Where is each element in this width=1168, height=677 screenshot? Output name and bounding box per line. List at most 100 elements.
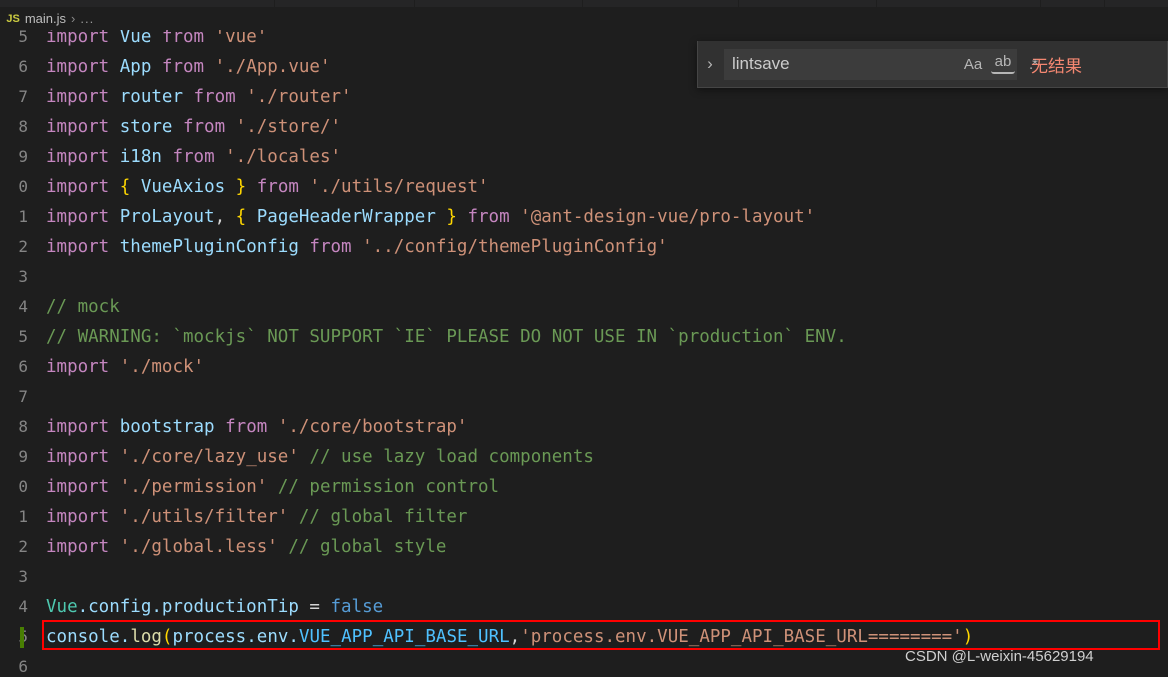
find-widget[interactable]: › Aa ab .* 无结果: [697, 41, 1168, 88]
line-number: 9: [0, 142, 30, 172]
code-token: }: [236, 177, 247, 197]
code-token: from: [457, 207, 520, 227]
breadcrumb-item-filename[interactable]: main.js: [25, 11, 66, 26]
code-token: // mock: [46, 297, 120, 317]
line-number: 2: [0, 532, 30, 562]
code-token: false: [330, 597, 383, 617]
code-token: ,: [215, 207, 236, 227]
code-token: from: [151, 27, 214, 47]
code-token: Vue: [46, 597, 78, 617]
find-expand-toggle-icon[interactable]: ›: [698, 41, 722, 87]
breadcrumb-chevron-icon: ›: [71, 11, 75, 26]
code-line[interactable]: 8import store from './store/': [0, 112, 1168, 142]
code-token: // permission control: [278, 477, 499, 497]
code-token: // use lazy load components: [309, 447, 593, 467]
watermark: CSDN @L-weixin-45629194: [905, 648, 1094, 665]
code-token: './store/': [236, 117, 341, 137]
code-line[interactable]: 2import themePluginConfig from '../confi…: [0, 232, 1168, 262]
code-token: {: [120, 177, 131, 197]
javascript-file-icon: JS: [6, 13, 19, 25]
code-line[interactable]: 9 import './core/lazy_use' // use lazy lo…: [0, 442, 1168, 472]
code-token: ProLayout: [120, 207, 215, 227]
code-line[interactable]: 3: [0, 262, 1168, 292]
code-token: import: [46, 237, 120, 257]
code-line-content: import './permission' // permission cont…: [46, 472, 499, 502]
line-number: 1: [0, 202, 30, 232]
code-token: './locales': [225, 147, 341, 167]
code-line-content: import './global.less' // global style: [46, 532, 446, 562]
code-token: env: [257, 627, 289, 647]
code-token: from: [162, 147, 225, 167]
code-token: './utils/filter': [120, 507, 289, 527]
code-line[interactable]: 4Vue.config.productionTip = false: [0, 592, 1168, 622]
tab-separator: [1104, 0, 1105, 7]
code-token: import: [46, 147, 120, 167]
tab-separator: [876, 0, 877, 7]
match-case-icon[interactable]: Aa: [961, 53, 985, 75]
breadcrumb[interactable]: › JS main.js › ...: [0, 7, 1168, 30]
code-token: import: [46, 207, 120, 227]
line-number: 6: [0, 652, 30, 677]
code-line[interactable]: 2 import './global.less' // global style: [0, 532, 1168, 562]
code-line[interactable]: 8import bootstrap from './core/bootstrap…: [0, 412, 1168, 442]
code-line[interactable]: 1 import ProLayout, { PageHeaderWrapper }…: [0, 202, 1168, 232]
code-token: from: [299, 237, 362, 257]
code-line-content: import i18n from './locales': [46, 142, 341, 172]
code-line[interactable]: 1import './utils/filter' // global filte…: [0, 502, 1168, 532]
editor-tab-strip[interactable]: [0, 0, 1168, 7]
match-whole-word-icon[interactable]: ab: [991, 55, 1015, 74]
breadcrumb-item-overflow[interactable]: ...: [80, 11, 94, 26]
line-number: 9: [0, 442, 30, 472]
code-line-content: // WARNING: `mockjs` NOT SUPPORT `IE` PL…: [46, 322, 847, 352]
code-token: // WARNING: `mockjs` NOT SUPPORT `IE` PL…: [46, 327, 847, 347]
code-token: .config.productionTip: [78, 597, 299, 617]
code-token: .: [120, 627, 131, 647]
code-line[interactable]: 0import './permission' // permission con…: [0, 472, 1168, 502]
code-token: from: [246, 177, 309, 197]
code-line-content: import './core/lazy_use' // use lazy loa…: [46, 442, 594, 472]
code-token: import: [46, 177, 120, 197]
code-token: ,: [510, 627, 521, 647]
code-line[interactable]: 9 import i18n from './locales': [0, 142, 1168, 172]
line-number: 4: [0, 292, 30, 322]
code-line[interactable]: 4 // mock: [0, 292, 1168, 322]
tab-separator: [274, 0, 275, 7]
find-input-wrapper[interactable]: Aa ab .*: [724, 49, 1017, 80]
use-regex-icon[interactable]: .*: [1021, 53, 1045, 75]
code-line-content: console.log(process.env.VUE_APP_API_BASE…: [46, 622, 973, 652]
code-line[interactable]: 5// WARNING: `mockjs` NOT SUPPORT `IE` P…: [0, 322, 1168, 352]
line-number: 8: [0, 112, 30, 142]
code-editor[interactable]: 5import Vue from 'vue'6import App from '…: [0, 22, 1168, 677]
code-line-content: import ProLayout, { PageHeaderWrapper } …: [46, 202, 815, 232]
code-line-content: import { VueAxios } from './utils/reques…: [46, 172, 489, 202]
code-line-content: import router from './router': [46, 82, 352, 112]
code-line[interactable]: 6import './mock': [0, 352, 1168, 382]
code-token: themePluginConfig: [120, 237, 299, 257]
tab-separator: [582, 0, 583, 7]
code-token: '@ant-design-vue/pro-layout': [520, 207, 815, 227]
code-token: Vue: [120, 27, 152, 47]
code-token: import: [46, 537, 120, 557]
code-line-content: // mock: [46, 292, 120, 322]
code-token: from: [183, 87, 246, 107]
code-line[interactable]: 3: [0, 562, 1168, 592]
find-input[interactable]: [724, 49, 961, 80]
code-token: 'process.env.VUE_APP_API_BASE_URL=======…: [520, 627, 963, 647]
code-token: [299, 447, 310, 467]
code-token: .: [246, 627, 257, 647]
code-line-content: Vue.config.productionTip = false: [46, 592, 383, 622]
code-token: 'vue': [215, 27, 268, 47]
code-token: VUE_APP_API_BASE_URL: [299, 627, 510, 647]
code-token: from: [151, 57, 214, 77]
code-token: import: [46, 57, 120, 77]
code-token: './App.vue': [215, 57, 331, 77]
code-line[interactable]: 7: [0, 382, 1168, 412]
code-line[interactable]: 0import { VueAxios } from './utils/reque…: [0, 172, 1168, 202]
code-token: router: [120, 87, 183, 107]
code-token: .: [288, 627, 299, 647]
vscode-editor-window: › JS main.js › ... 5import Vue from 'vue…: [0, 0, 1168, 677]
tab-separator: [414, 0, 415, 7]
code-token: './core/bootstrap': [278, 417, 468, 437]
code-token: import: [46, 27, 120, 47]
code-token: [278, 537, 289, 557]
